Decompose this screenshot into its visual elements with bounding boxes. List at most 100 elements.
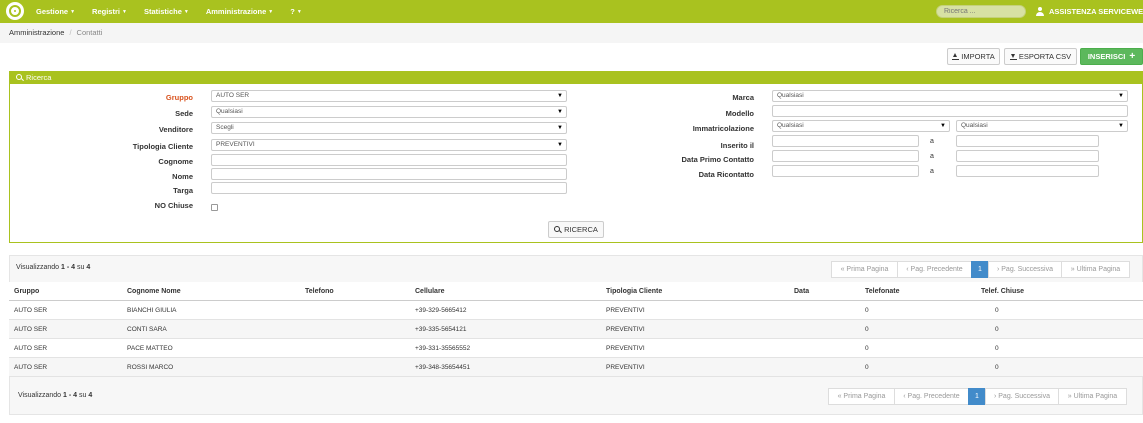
targa-input[interactable] <box>211 182 567 194</box>
breadcrumb-root[interactable]: Amministrazione <box>9 28 64 37</box>
prev-page-button[interactable]: ‹ Pag. Precedente <box>897 261 972 278</box>
gruppo-select[interactable]: AUTO SER ▼ <box>211 90 567 102</box>
data-ricontatto-a-input[interactable] <box>956 165 1099 177</box>
col-telefonate[interactable]: Telefonate <box>865 282 900 301</box>
cell-gruppo: AUTO SER <box>14 326 48 333</box>
page-1-button[interactable]: 1 <box>971 261 989 278</box>
global-search-input[interactable] <box>936 5 1026 18</box>
dropdown-arrow-icon: ▼ <box>557 93 563 99</box>
cell-telef-chiuse: 0 <box>995 345 999 352</box>
col-gruppo[interactable]: Gruppo <box>14 282 39 301</box>
first-page-button[interactable]: « Prima Pagina <box>831 261 898 278</box>
info-su: su <box>77 264 85 271</box>
col-telef-chiuse[interactable]: Telef. Chiuse <box>981 282 1024 301</box>
last-page-button[interactable]: » Ultima Pagina <box>1058 388 1127 405</box>
plus-icon: + <box>1129 51 1136 62</box>
dropdown-arrow-icon: ▼ <box>1118 123 1124 129</box>
data-ricontatto-da-input[interactable] <box>772 165 919 177</box>
no-chiuse-checkbox[interactable] <box>211 204 218 211</box>
cell-cognome-nome: ROSSI MARCO <box>127 364 174 371</box>
marca-select[interactable]: Qualsiasi ▼ <box>772 90 1128 102</box>
cell-telef-chiuse: 0 <box>995 364 999 371</box>
results-info-bottom: Visualizzando 1 - 4 su 4 <box>18 392 92 399</box>
user-icon <box>1035 7 1044 16</box>
select-value: Qualsiasi <box>961 122 988 129</box>
cell-telefonate: 0 <box>865 364 869 371</box>
col-tipologia-cliente[interactable]: Tipologia Cliente <box>606 282 662 301</box>
first-page-button[interactable]: « Prima Pagina <box>828 388 895 405</box>
table-row[interactable]: AUTO SER BIANCHI GIULIA +39-329-5665412 … <box>9 301 1143 320</box>
label-sede: Sede <box>175 109 193 118</box>
venditore-select[interactable]: Scegli ▼ <box>211 122 567 134</box>
cell-cognome-nome: PACE MATTEO <box>127 345 173 352</box>
dropdown-arrow-icon: ▼ <box>557 109 563 115</box>
last-page-button[interactable]: » Ultima Pagina <box>1061 261 1130 278</box>
label-inserito-il: Inserito il <box>720 141 754 150</box>
info-prefix: Visualizzando <box>18 392 62 399</box>
table-row[interactable]: AUTO SER CONTI SARA +39-335-5654121 PREV… <box>9 320 1143 339</box>
cognome-input[interactable] <box>211 154 567 166</box>
app-logo-icon[interactable] <box>6 2 24 20</box>
select-value: Scegli <box>216 124 234 131</box>
sede-select[interactable]: Qualsiasi ▼ <box>211 106 567 118</box>
user-menu[interactable]: ASSISTENZA SERVICEWEB <box>1035 0 1143 23</box>
next-page-button[interactable]: › Pag. Successiva <box>985 388 1059 405</box>
col-data[interactable]: Data <box>794 282 809 301</box>
immatricolazione-to-select[interactable]: Qualsiasi ▼ <box>956 120 1128 132</box>
export-label: ESPORTA CSV <box>1018 52 1072 61</box>
export-csv-button[interactable]: ESPORTA CSV <box>1004 48 1077 65</box>
cell-cellulare: +39-329-5665412 <box>415 307 467 314</box>
cell-telefonate: 0 <box>865 307 869 314</box>
cell-telefonate: 0 <box>865 326 869 333</box>
select-value: PREVENTIVI <box>216 141 255 148</box>
menu-amministrazione[interactable]: Amministrazione ▼ <box>206 7 273 16</box>
menu-statistiche[interactable]: Statistiche ▼ <box>144 7 189 16</box>
info-range: 1 - 4 <box>61 264 76 271</box>
cell-cellulare: +39-335-5654121 <box>415 326 467 333</box>
immatricolazione-from-select[interactable]: Qualsiasi ▼ <box>772 120 950 132</box>
menu-registri[interactable]: Registri ▼ <box>92 7 127 16</box>
modello-input[interactable] <box>772 105 1128 117</box>
range-separator: a <box>930 168 934 175</box>
col-cellulare[interactable]: Cellulare <box>415 282 445 301</box>
table-row[interactable]: AUTO SER ROSSI MARCO +39-348-35654451 PR… <box>9 358 1143 377</box>
insert-button[interactable]: INSERISCI + <box>1080 48 1143 65</box>
tipologia-cliente-select[interactable]: PREVENTIVI ▼ <box>211 139 567 151</box>
data-primo-contatto-a-input[interactable] <box>956 150 1099 162</box>
main-menu: Gestione ▼ Registri ▼ Statistiche ▼ Amminis… <box>36 0 319 23</box>
dropdown-arrow-icon: ▼ <box>557 142 563 148</box>
label-marca: Marca <box>732 93 754 102</box>
col-telefono[interactable]: Telefono <box>305 282 334 301</box>
download-icon <box>1009 53 1017 60</box>
import-button[interactable]: IMPORTA <box>947 48 1000 65</box>
menu-gestione[interactable]: Gestione ▼ <box>36 7 75 16</box>
search-panel-header: Ricerca <box>10 72 1142 84</box>
page-1-button[interactable]: 1 <box>968 388 986 405</box>
menu-label: Amministrazione <box>205 7 267 16</box>
breadcrumb-current: Contatti <box>76 28 103 37</box>
label-venditore: Venditore <box>158 125 193 134</box>
caret-down-icon: ▼ <box>121 9 127 15</box>
cell-tipologia: PREVENTIVI <box>606 345 645 352</box>
ricerca-label: RICERCA <box>564 225 598 234</box>
nome-input[interactable] <box>211 168 567 180</box>
inserito-da-input[interactable] <box>772 135 919 147</box>
user-name: ASSISTENZA SERVICEWEB <box>1049 7 1143 16</box>
caret-down-icon: ▼ <box>268 9 274 15</box>
table-row[interactable]: AUTO SER PACE MATTEO +39-331-35565552 PR… <box>9 339 1143 358</box>
info-su: su <box>79 392 87 399</box>
top-navbar: Gestione ▼ Registri ▼ Statistiche ▼ Amminis… <box>0 0 1143 23</box>
info-total: 4 <box>88 392 93 399</box>
ricerca-button[interactable]: RICERCA <box>548 221 604 238</box>
cell-gruppo: AUTO SER <box>14 345 48 352</box>
range-separator: a <box>930 138 934 145</box>
select-value: Qualsiasi <box>216 108 243 115</box>
menu-help[interactable]: ? ▼ <box>290 7 302 16</box>
col-cognome-nome[interactable]: Cognome Nome <box>127 282 181 301</box>
cell-telef-chiuse: 0 <box>995 307 999 314</box>
prev-page-button[interactable]: ‹ Pag. Precedente <box>894 388 969 405</box>
next-page-button[interactable]: › Pag. Successiva <box>988 261 1062 278</box>
data-primo-contatto-da-input[interactable] <box>772 150 919 162</box>
inserito-a-input[interactable] <box>956 135 1099 147</box>
search-icon <box>16 74 23 81</box>
